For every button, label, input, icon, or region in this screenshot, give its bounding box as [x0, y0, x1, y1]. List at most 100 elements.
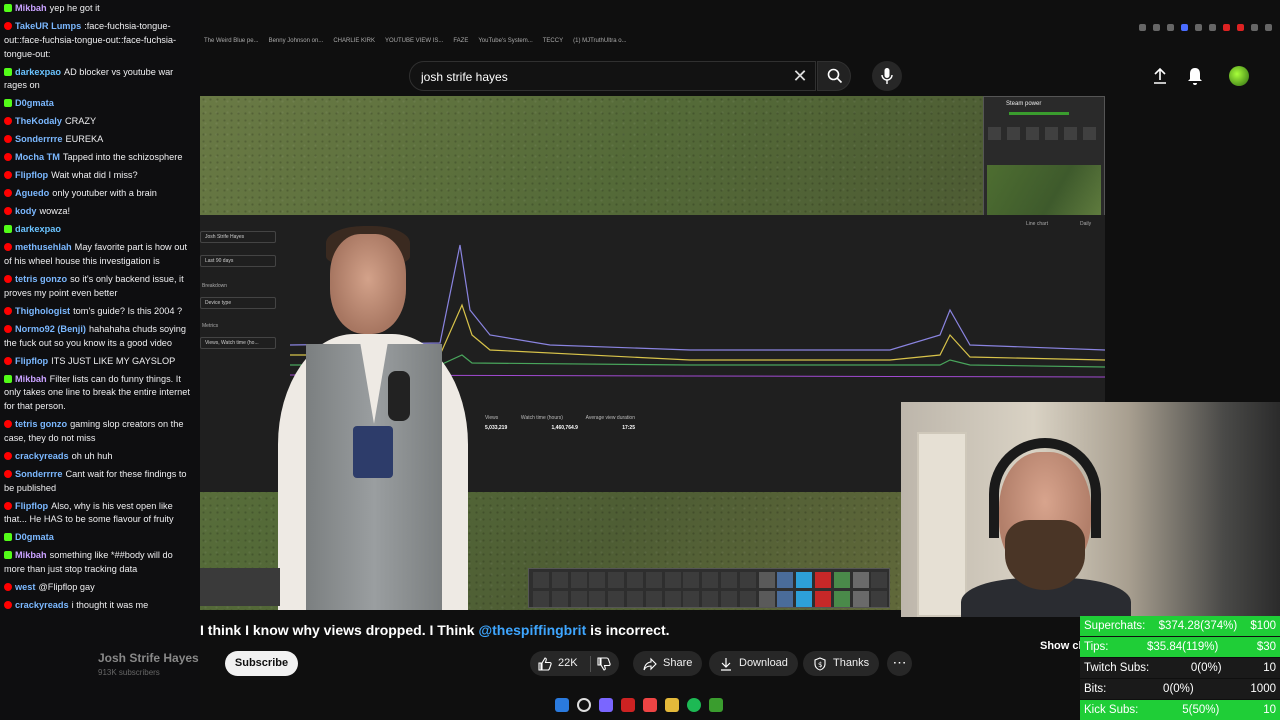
channel-name[interactable]: Josh Strife Hayes	[98, 651, 199, 665]
kick-badge-icon	[4, 4, 12, 12]
youtube-badge-icon	[4, 306, 12, 315]
clear-search-icon[interactable]: ✕	[791, 67, 809, 85]
youtube-badge-icon	[4, 207, 12, 216]
chat-username[interactable]: west	[15, 582, 35, 592]
obs-icon[interactable]	[621, 698, 635, 712]
goal-label: Kick Subs:	[1084, 704, 1139, 716]
bookmark-item[interactable]: (1) MJTruthUltra o...	[573, 38, 626, 54]
chat-username[interactable]: Mikbah	[15, 550, 47, 560]
chat-username[interactable]: tetris gonzo	[15, 274, 67, 284]
chat-username[interactable]: tetris gonzo	[15, 419, 67, 429]
chat-username[interactable]: D0gmata	[15, 98, 54, 108]
hotbar-slot	[721, 572, 737, 588]
adblock-icon[interactable]	[1223, 24, 1230, 31]
kick-badge-icon	[4, 99, 12, 108]
search-taskbar-icon[interactable]	[577, 698, 591, 712]
bookmark-item[interactable]: CHARLIE KIRK	[333, 38, 375, 54]
chrome-icon[interactable]	[643, 698, 657, 712]
search-box: ✕	[409, 61, 816, 92]
windows-start-icon[interactable]	[555, 698, 569, 712]
puzzle-icon[interactable]	[1251, 24, 1258, 31]
avatar[interactable]	[1229, 66, 1249, 86]
play-icon[interactable]	[1195, 24, 1202, 31]
chat-username[interactable]: D0gmata	[15, 532, 54, 542]
search-input[interactable]	[410, 62, 770, 92]
goal-label: Superchats:	[1084, 620, 1146, 632]
chat-message: west @Flipflop gay	[4, 581, 196, 595]
download-button[interactable]: Download	[709, 651, 798, 676]
goal-target: $100	[1250, 620, 1276, 632]
chat-username[interactable]: Flipflop	[15, 170, 48, 180]
thanks-label: Thanks	[833, 657, 870, 669]
chat-username[interactable]: Mikbah	[15, 374, 47, 384]
chat-username[interactable]: darkexpao	[15, 224, 61, 234]
zoom-icon[interactable]	[1139, 24, 1146, 31]
discord-icon[interactable]	[599, 698, 613, 712]
bookmark-item[interactable]: The Weird Blue pe...	[204, 38, 259, 54]
subscribe-button[interactable]: Subscribe	[225, 651, 298, 676]
chat-text: tom's guide? Is this 2004 ?	[73, 305, 183, 316]
chat-username[interactable]: darkexpao	[15, 67, 61, 77]
minimap	[987, 165, 1101, 215]
chat-username[interactable]: Aguedo	[15, 188, 49, 198]
spotify-icon[interactable]	[687, 698, 701, 712]
notifications-bell-icon[interactable]	[1185, 66, 1205, 86]
hotbar-slot	[627, 572, 643, 588]
bookmark-item[interactable]: TECCY	[543, 38, 563, 54]
hotbar-slot	[777, 572, 794, 588]
hotbar-slot	[645, 591, 662, 607]
chat-username[interactable]: kody	[15, 206, 36, 216]
chat-username[interactable]: crackyreads	[15, 600, 69, 610]
thumbs-down-icon[interactable]	[597, 656, 611, 671]
hotbar-slot	[533, 591, 549, 607]
chat-message: crackyreads i thought it was me	[4, 599, 196, 613]
menu-icon[interactable]	[1265, 24, 1272, 31]
chat-username[interactable]: TakeUR Lumps	[15, 21, 81, 31]
mug	[353, 426, 393, 478]
mention-link[interactable]: @thespiffingbrit	[478, 622, 586, 638]
chat-username[interactable]: Mocha TM	[15, 152, 60, 162]
chat-username[interactable]: Sonderrrre	[15, 134, 63, 144]
bookmark-item[interactable]: Benny Johnson on...	[269, 38, 324, 54]
goal-label: Bits:	[1084, 683, 1107, 695]
app-icon[interactable]	[709, 698, 723, 712]
chat-username[interactable]: Flipflop	[15, 501, 48, 511]
chat-username[interactable]: Normo92 (Benji)	[15, 324, 86, 334]
file-explorer-icon[interactable]	[665, 698, 679, 712]
game-minimap-panel: Steam power	[983, 96, 1105, 216]
bookmark-icon[interactable]	[1167, 24, 1174, 31]
youtube-header: ✕	[200, 56, 1280, 96]
chat-username[interactable]: Mikbah	[15, 3, 47, 13]
power-bar	[1009, 112, 1069, 115]
hotbar-slot	[739, 572, 756, 588]
youtube-badge-icon	[4, 275, 12, 283]
bookmark-item[interactable]: FAZE	[453, 38, 468, 54]
hotbar-slot	[796, 572, 813, 588]
thanks-icon: $	[814, 656, 826, 671]
thanks-button[interactable]: $ Thanks	[803, 651, 880, 676]
heart-icon[interactable]	[1209, 24, 1216, 31]
extension-red-icon[interactable]	[1237, 24, 1244, 31]
chat-username[interactable]: Thighologist	[15, 306, 70, 316]
chat-message: Mikbah something like *##body will do mor…	[4, 549, 196, 577]
hotbar-slot	[608, 572, 625, 588]
like-button[interactable]: 22K	[530, 651, 619, 676]
kick-badge-icon	[4, 225, 12, 234]
voice-search-button[interactable]	[872, 61, 902, 91]
chat-username[interactable]: crackyreads	[15, 451, 69, 461]
extension-icon[interactable]	[1153, 24, 1160, 31]
bookmark-item[interactable]: YOUTUBE VIEW IS...	[385, 38, 443, 54]
chat-username[interactable]: methusehlah	[15, 242, 72, 252]
share-button[interactable]: Share	[633, 651, 703, 676]
upload-icon[interactable]	[1150, 66, 1170, 86]
video-title: I think I know why views dropped. I Thin…	[200, 622, 670, 638]
chat-username[interactable]: TheKodaly	[15, 116, 62, 126]
chat-username[interactable]: Flipflop	[15, 356, 48, 366]
search-button[interactable]	[817, 61, 851, 91]
show-chat-button[interactable]: Show ch	[1040, 640, 1085, 652]
more-actions-button[interactable]: ⋯	[887, 651, 912, 676]
hotbar-slot	[533, 572, 549, 588]
chat-username[interactable]: Sonderrrre	[15, 469, 63, 479]
bookmark-item[interactable]: YouTube's System...	[478, 38, 532, 54]
shield-icon[interactable]	[1181, 24, 1188, 31]
